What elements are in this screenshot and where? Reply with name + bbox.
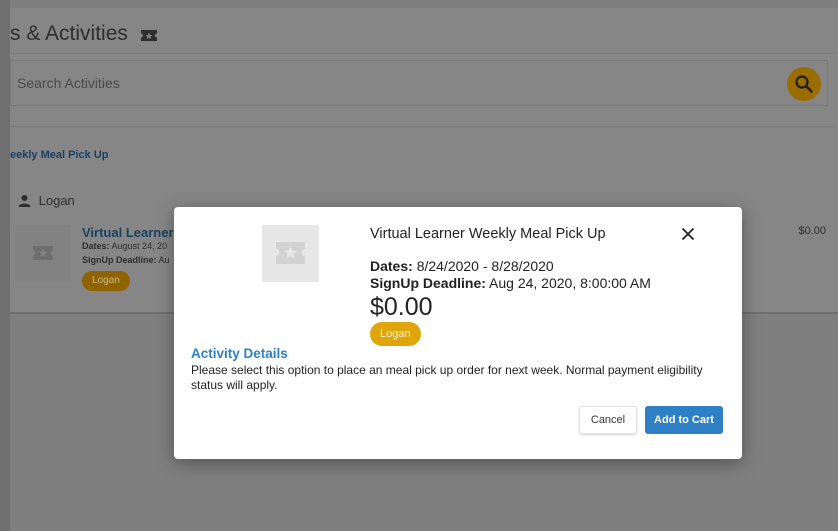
deadline-label: SignUp Deadline: (370, 275, 486, 291)
activity-group-link[interactable]: eekly Meal Pick Up (10, 149, 108, 161)
activity-price: $0.00 (798, 225, 826, 237)
participant-chip[interactable]: Logan (82, 271, 130, 291)
left-gutter (0, 0, 10, 531)
activity-deadline: SignUp Deadline: Au (82, 255, 170, 265)
participant-chip[interactable]: Logan (370, 322, 421, 346)
participant-row: Logan (18, 193, 75, 208)
dates-value: 8/24/2020 - 8/28/2020 (416, 258, 554, 274)
page-header: s & Activities (10, 8, 838, 54)
ticket-icon (140, 24, 158, 41)
activity-thumbnail (262, 225, 319, 282)
search-icon (795, 75, 813, 93)
activity-details-heading: Activity Details (191, 346, 288, 361)
activity-details-text: Please select this option to place an me… (191, 363, 703, 392)
star-ticket-icon (33, 246, 53, 260)
search-bar[interactable]: Search Activities (10, 60, 828, 106)
cancel-button[interactable]: Cancel (579, 406, 637, 434)
participant-name: Logan (38, 193, 75, 208)
dates-label: Dates: (370, 258, 413, 274)
search-button[interactable] (787, 67, 821, 101)
close-button[interactable] (678, 224, 698, 244)
add-to-cart-button[interactable]: Add to Cart (645, 406, 723, 434)
close-icon (681, 227, 695, 241)
deadline-value: Au (158, 255, 170, 265)
dialog-deadline: SignUp Deadline: Aug 24, 2020, 8:00:00 A… (370, 275, 651, 291)
dates-value: August 24, 20 (111, 241, 168, 251)
activity-detail-dialog: Virtual Learner Weekly Meal Pick Up Date… (174, 207, 742, 459)
dialog-title: Virtual Learner Weekly Meal Pick Up (370, 226, 606, 242)
dialog-dates: Dates: 8/24/2020 - 8/28/2020 (370, 258, 554, 274)
page-title-text: s & Activities (10, 22, 128, 45)
deadline-value: Aug 24, 2020, 8:00:00 AM (489, 275, 651, 291)
page-title: s & Activities (10, 22, 158, 46)
person-icon (18, 195, 31, 207)
activity-dates: Dates: August 24, 20 (82, 241, 167, 251)
dates-label: Dates: (82, 241, 110, 251)
activity-thumbnail (14, 225, 70, 281)
star-ticket-icon (276, 242, 305, 264)
dialog-price: $0.00 (370, 293, 433, 321)
deadline-label: SignUp Deadline: (82, 255, 157, 265)
search-input[interactable]: Search Activities (17, 75, 120, 91)
